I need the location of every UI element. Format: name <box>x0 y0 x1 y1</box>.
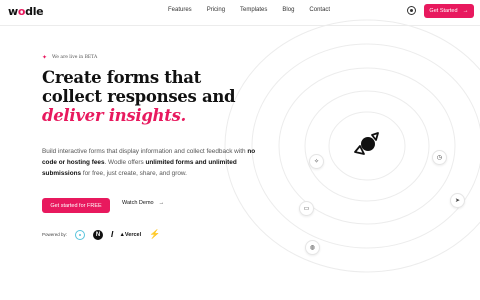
nav-item-contact[interactable]: Contact <box>309 7 330 13</box>
beta-badge-text: We are live in BETA <box>52 55 98 60</box>
nav-divider <box>0 25 480 26</box>
nav-item-features[interactable]: Features <box>168 7 192 13</box>
message-icon: ▭ <box>299 201 314 216</box>
globe-icon: ◍ <box>305 240 320 255</box>
watch-demo-label: Watch Demo <box>122 200 154 206</box>
send-icon: ➤ <box>450 193 465 208</box>
vercel-logo: ▲ Vercel <box>119 231 142 238</box>
arrow-right-icon: → <box>158 200 165 206</box>
hero-description: Build interactive forms that display inf… <box>42 146 257 179</box>
sparkle-icon: ✦ <box>42 54 48 61</box>
sun-icon[interactable] <box>407 6 416 15</box>
sparkle-icon: ✧ <box>309 154 324 169</box>
arrow-right-icon: → <box>462 8 469 14</box>
get-started-button[interactable]: Get Started → <box>424 4 474 18</box>
clock-icon: ◷ <box>432 150 447 165</box>
hero-headline: Create forms that collect responses and … <box>42 68 252 125</box>
watch-demo-button[interactable]: Watch Demo → <box>122 200 164 206</box>
supabase-logo: ⚡ <box>149 229 161 239</box>
desc-part: . Wodle offers <box>104 159 146 166</box>
powered-by-label: Powered by: <box>42 232 68 237</box>
nav-item-blog[interactable]: Blog <box>282 7 294 13</box>
desc-part: for free, just create, share, and grow. <box>81 170 187 177</box>
nav-item-pricing[interactable]: Pricing <box>207 7 225 13</box>
nav-menu: Features Pricing Templates Blog Contact <box>168 7 345 13</box>
desc-part: Build interactive forms that display inf… <box>42 148 248 155</box>
next-logo: N <box>93 229 104 240</box>
powered-by: Powered by: N // ▲ Vercel ⚡ <box>42 229 160 240</box>
get-started-free-button[interactable]: Get started for FREE <box>42 198 110 213</box>
nav-item-templates[interactable]: Templates <box>240 7 267 13</box>
react-logo <box>75 229 86 240</box>
satellite-icon <box>354 132 379 155</box>
get-started-label: Get Started <box>429 8 458 14</box>
headline-accent: deliver insights. <box>42 106 187 125</box>
vercel-text: Vercel <box>124 231 142 238</box>
top-nav: wodle Features Pricing Templates Blog Co… <box>0 0 480 24</box>
beta-badge: ✦ We are live in BETA <box>42 54 97 61</box>
headline-plain: Create forms that collect responses and <box>42 68 236 106</box>
logo[interactable]: wodle <box>8 5 44 18</box>
